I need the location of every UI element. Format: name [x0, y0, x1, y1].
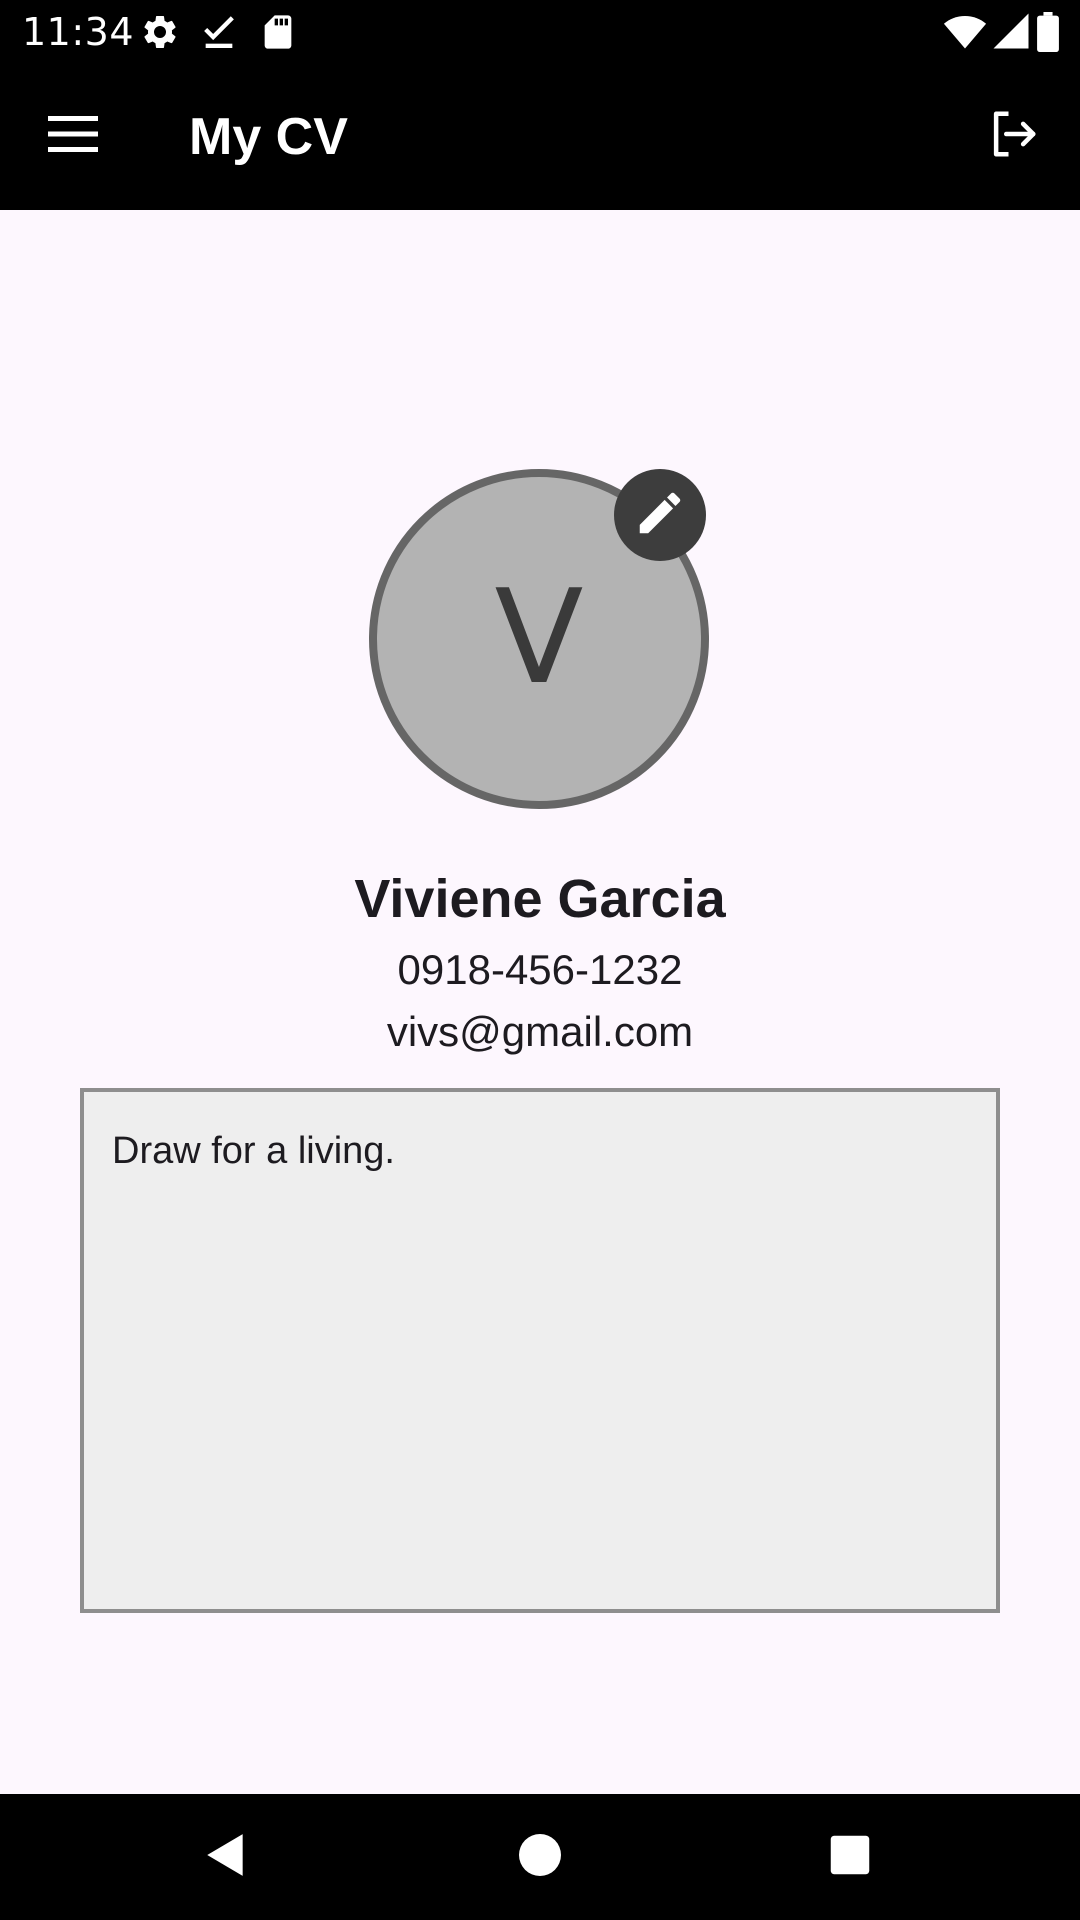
logout-icon — [986, 107, 1040, 166]
profile-phone: 0918-456-1232 — [397, 946, 683, 993]
bio-text: Draw for a living. — [112, 1130, 395, 1172]
battery-icon — [1036, 12, 1060, 57]
page-title: My CV — [189, 108, 348, 166]
bio-textarea[interactable]: Draw for a living. — [80, 1088, 1000, 1613]
profile-name: Viviene Garcia — [354, 869, 726, 929]
pencil-icon — [633, 486, 687, 545]
status-time: 11:34 — [22, 10, 135, 54]
home-button[interactable] — [500, 1817, 580, 1897]
menu-button[interactable] — [38, 101, 108, 171]
status-bar: 11:34 — [0, 0, 1080, 63]
wifi-icon — [943, 10, 987, 59]
system-nav-bar — [0, 1794, 1080, 1920]
edit-photo-button[interactable] — [614, 469, 706, 561]
app-bar: My CV — [0, 63, 1080, 210]
back-icon — [201, 1830, 251, 1885]
menu-icon — [48, 115, 98, 157]
logout-button[interactable] — [978, 101, 1048, 171]
back-button[interactable] — [186, 1817, 266, 1897]
gear-icon — [140, 12, 180, 57]
recents-icon — [829, 1834, 871, 1881]
avatar-initial: V — [494, 561, 584, 713]
check-icon — [199, 12, 239, 57]
sd-card-icon — [258, 12, 298, 57]
profile-email: vivs@gmail.com — [386, 1008, 694, 1055]
recents-button[interactable] — [810, 1817, 890, 1897]
home-icon — [519, 1833, 561, 1881]
signal-icon — [990, 10, 1032, 57]
